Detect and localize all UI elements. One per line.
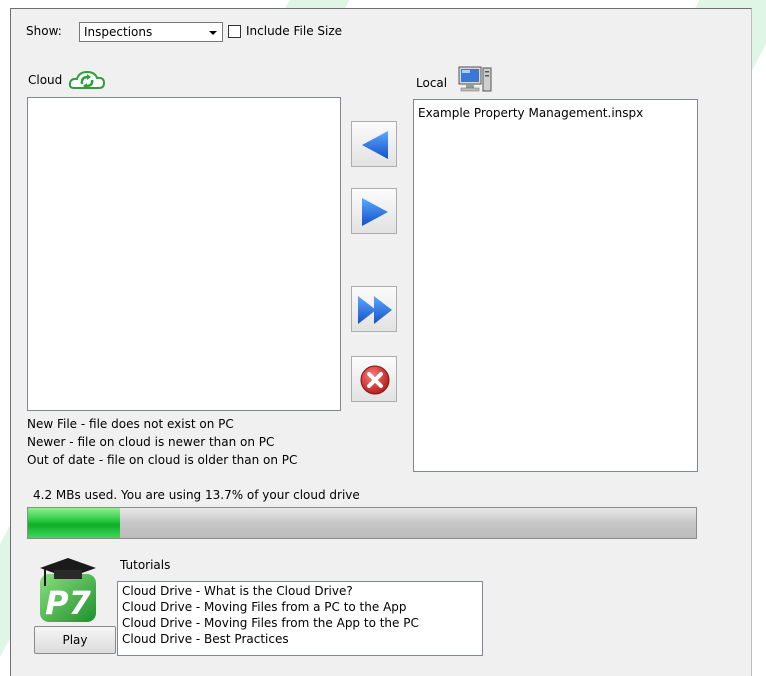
local-label: Local bbox=[416, 76, 448, 90]
include-file-size-checkbox[interactable] bbox=[228, 25, 241, 38]
list-item[interactable]: Cloud Drive - Moving Files from the App … bbox=[118, 615, 482, 631]
computer-icon bbox=[458, 66, 492, 92]
cloud-sync-icon bbox=[68, 70, 106, 89]
arrow-left-icon bbox=[362, 131, 388, 159]
red-x-icon bbox=[360, 365, 390, 395]
list-item[interactable]: Example Property Management.inspx bbox=[414, 105, 697, 121]
tutorial-logo: P7 bbox=[40, 558, 96, 622]
list-item[interactable]: Cloud Drive - What is the Cloud Drive? bbox=[118, 583, 482, 599]
legend-new-file: New File - file does not exist on PC bbox=[27, 417, 234, 431]
show-dropdown-value: Inspections bbox=[84, 25, 153, 39]
chevron-down-icon bbox=[209, 31, 217, 35]
logo-text: P7 bbox=[45, 584, 91, 622]
double-arrow-right-icon bbox=[358, 296, 392, 324]
usage-text: 4.2 MBs used. You are using 13.7% of you… bbox=[33, 488, 360, 502]
cloud-label: Cloud bbox=[28, 73, 63, 87]
show-dropdown[interactable]: Inspections bbox=[79, 22, 223, 42]
tutorials-list[interactable]: Cloud Drive - What is the Cloud Drive? C… bbox=[117, 581, 483, 656]
storage-progress-bar bbox=[27, 507, 697, 539]
storage-progress-fill bbox=[28, 508, 120, 538]
arrow-right-icon bbox=[362, 198, 388, 226]
play-button[interactable]: Play bbox=[34, 626, 116, 654]
copy-to-local-button[interactable] bbox=[351, 188, 397, 234]
delete-button[interactable] bbox=[351, 356, 397, 402]
cloud-file-list[interactable] bbox=[27, 97, 341, 411]
list-item[interactable]: Cloud Drive - Moving Files from a PC to … bbox=[118, 599, 482, 615]
legend-newer: Newer - file on cloud is newer than on P… bbox=[27, 435, 275, 449]
list-item[interactable]: Cloud Drive - Best Practices bbox=[118, 631, 482, 647]
show-label: Show: bbox=[26, 24, 62, 38]
copy-all-button[interactable] bbox=[351, 286, 397, 332]
legend-out-of-date: Out of date - file on cloud is older tha… bbox=[27, 453, 298, 467]
local-file-list[interactable]: Example Property Management.inspx bbox=[413, 99, 698, 472]
copy-to-cloud-button[interactable] bbox=[351, 121, 397, 167]
include-file-size-label: Include File Size bbox=[246, 24, 343, 38]
tutorials-label: Tutorials bbox=[120, 558, 171, 572]
